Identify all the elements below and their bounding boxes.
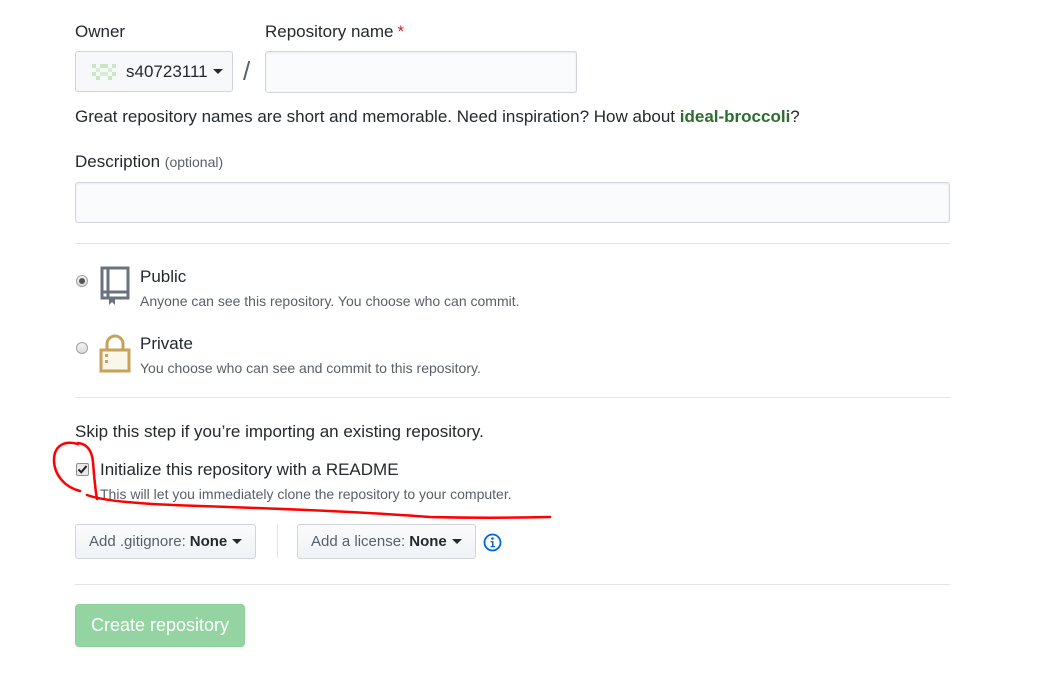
private-desc: You choose who can see and commit to thi… [140,360,481,376]
repo-name-label: Repository name * [265,22,404,42]
owner-name: s40723111 [126,61,208,81]
owner-avatar [92,63,116,80]
private-radio[interactable] [76,342,88,354]
readme-desc: This will let you immediately clone the … [100,486,512,502]
gitignore-label: Add .gitignore: [89,533,186,550]
license-select[interactable]: Add a license: None [297,524,476,559]
lock-icon [99,334,131,373]
radio-selected-dot [79,278,85,284]
public-desc: Anyone can see this repository. You choo… [140,293,520,309]
repo-name-hint: Great repository names are short and mem… [75,107,800,127]
divider [75,397,950,398]
skip-step-text: Skip this step if you’re importing an ex… [75,422,484,441]
repo-name-input[interactable] [265,51,577,93]
hint-text: Great repository names are short and mem… [75,107,676,126]
button-separator [277,524,278,558]
required-mark: * [397,22,405,41]
info-icon[interactable] [483,533,502,552]
divider [75,243,950,244]
private-title: Private [140,334,193,353]
checkmark-icon [77,465,88,474]
owner-select[interactable]: s40723111 [75,51,233,92]
gitignore-value: None [189,533,228,550]
caret-down-icon [232,539,243,544]
readme-checkbox[interactable] [76,463,89,476]
owner-repo-separator: / [243,56,251,86]
divider [75,584,950,585]
license-label: Add a license: [311,533,406,550]
name-suggestion-link[interactable]: ideal-broccoli [680,107,791,126]
description-input[interactable] [75,182,950,223]
caret-down-icon [451,539,462,544]
optional-note: (optional) [164,154,224,170]
public-radio[interactable] [76,275,88,287]
gitignore-select[interactable]: Add .gitignore: None [75,524,257,559]
description-label: Description (optional) [75,152,223,172]
owner-label: Owner [75,22,126,41]
repo-name-label-text: Repository name [265,22,394,41]
caret-down-icon [212,69,223,74]
repo-book-icon [100,266,130,305]
hint-suffix: ? [790,107,800,126]
license-value: None [409,533,447,550]
create-repository-button[interactable]: Create repository [75,604,245,647]
description-label-text: Description [75,152,161,171]
public-title: Public [140,267,187,286]
readme-label[interactable]: Initialize this repository with a README [100,460,399,480]
